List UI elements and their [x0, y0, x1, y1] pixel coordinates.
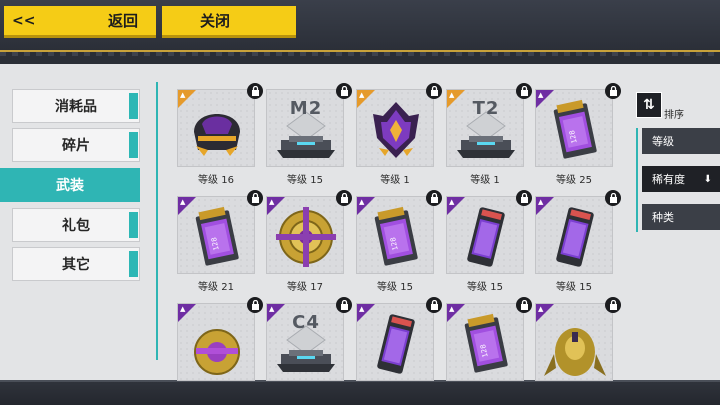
category-tick	[129, 212, 138, 238]
item-level-label: 等级 21	[198, 282, 234, 293]
item-level-label: 等级 15	[467, 282, 503, 293]
inventory-item-slot[interactable]: 128 ▲	[535, 89, 613, 167]
category-consumables[interactable]: 消耗品	[12, 89, 140, 123]
category-label: 礼包	[62, 218, 90, 234]
inventory-item-slot[interactable]: ▲	[535, 303, 613, 381]
rarity-marker-icon: ▲	[359, 91, 365, 99]
item-level-label: 等级 17	[287, 282, 323, 293]
sort-option-type[interactable]: 种类	[642, 204, 720, 230]
sort-option-level[interactable]: 等级	[642, 128, 720, 154]
sort-option-label: 种类	[652, 211, 674, 224]
sort-option-rarity[interactable]: 稀有度 ⬇	[642, 166, 720, 192]
rarity-marker-icon: ▲	[449, 305, 455, 313]
sort-label: 排序	[664, 110, 684, 121]
inventory-item-slot[interactable]: C4 ▲	[266, 303, 344, 381]
rarity-marker-icon: ▲	[359, 198, 365, 206]
sort-divider	[636, 128, 638, 232]
inventory-item-slot[interactable]: 128 ▲	[446, 303, 524, 381]
rarity-marker-icon: ▲	[180, 198, 186, 206]
item-level-label: 等级 15	[377, 282, 413, 293]
lock-icon[interactable]	[247, 83, 263, 99]
category-tick	[129, 251, 138, 277]
category-label: 武装	[56, 178, 84, 194]
bottom-bar	[0, 380, 720, 405]
item-level-label: 等级 15	[556, 282, 592, 293]
item-level-label: 等级 25	[556, 175, 592, 186]
lock-icon[interactable]	[516, 190, 532, 206]
sort-toggle-icon[interactable]: ⇅	[636, 92, 662, 118]
lock-icon[interactable]	[426, 190, 442, 206]
sort-descending-icon: ⬇	[703, 173, 712, 185]
close-button[interactable]: 关闭	[162, 6, 296, 38]
lock-icon[interactable]	[336, 83, 352, 99]
category-tick	[129, 93, 138, 119]
category-packs[interactable]: 礼包	[12, 208, 140, 242]
sort-option-label: 等级	[652, 135, 674, 148]
top-bar: << 返回 关闭	[0, 0, 720, 56]
category-label: 其它	[62, 257, 90, 273]
rarity-marker-icon: ▲	[538, 91, 544, 99]
rarity-marker-icon: ▲	[359, 305, 365, 313]
item-level-label: 等级 16	[198, 175, 234, 186]
inventory-item-slot[interactable]: ▲	[266, 196, 344, 274]
inventory-item-slot[interactable]: ▲	[356, 303, 434, 381]
lock-icon[interactable]	[426, 297, 442, 313]
rarity-marker-icon: ▲	[269, 198, 275, 206]
back-chevron-icon: <<	[12, 12, 36, 29]
category-others[interactable]: 其它	[12, 247, 140, 281]
category-label: 消耗品	[55, 99, 97, 115]
lock-icon[interactable]	[247, 297, 263, 313]
back-button-label: 返回	[108, 12, 139, 30]
rarity-marker-icon: ▲	[449, 198, 455, 206]
lock-icon[interactable]	[516, 297, 532, 313]
item-level-label: 等级 15	[287, 175, 323, 186]
category-tick	[129, 132, 138, 158]
item-level-label: 等级 1	[380, 175, 410, 186]
inventory-item-slot[interactable]: ▲	[177, 89, 255, 167]
item-model-label: M2	[289, 98, 323, 119]
inventory-item-slot[interactable]: 128 ▲	[356, 196, 434, 274]
back-button[interactable]: << 返回	[4, 6, 156, 38]
lock-icon[interactable]	[605, 190, 621, 206]
sort-option-label: 稀有度	[652, 173, 685, 186]
inventory-item-slot[interactable]: T2 ▲	[446, 89, 524, 167]
inventory-item-slot[interactable]: 128 ▲	[177, 196, 255, 274]
lock-icon[interactable]	[605, 297, 621, 313]
lock-icon[interactable]	[516, 83, 532, 99]
inventory-item-slot[interactable]: ▲	[356, 89, 434, 167]
lock-icon[interactable]	[336, 297, 352, 313]
close-button-label: 关闭	[199, 12, 230, 30]
rarity-marker-icon: ▲	[180, 91, 186, 99]
inventory-item-slot[interactable]: ▲	[535, 196, 613, 274]
lock-icon[interactable]	[247, 190, 263, 206]
rarity-marker-icon: ▲	[449, 91, 455, 99]
category-armament[interactable]: 武装	[0, 168, 140, 202]
inventory-item-slot[interactable]: ▲	[446, 196, 524, 274]
inventory-item-slot[interactable]: M2	[266, 89, 344, 167]
rarity-marker-icon: ▲	[269, 305, 275, 313]
rarity-marker-icon: ▲	[538, 198, 544, 206]
item-level-label: 等级 1	[470, 175, 500, 186]
category-label: 碎片	[62, 138, 90, 154]
rarity-marker-icon: ▲	[180, 305, 186, 313]
inventory-item-slot[interactable]: ▲	[177, 303, 255, 381]
category-divider	[156, 82, 158, 360]
lock-icon[interactable]	[336, 190, 352, 206]
lock-icon[interactable]	[605, 83, 621, 99]
category-fragments[interactable]: 碎片	[12, 128, 140, 162]
lock-icon[interactable]	[426, 83, 442, 99]
rarity-marker-icon: ▲	[538, 305, 544, 313]
